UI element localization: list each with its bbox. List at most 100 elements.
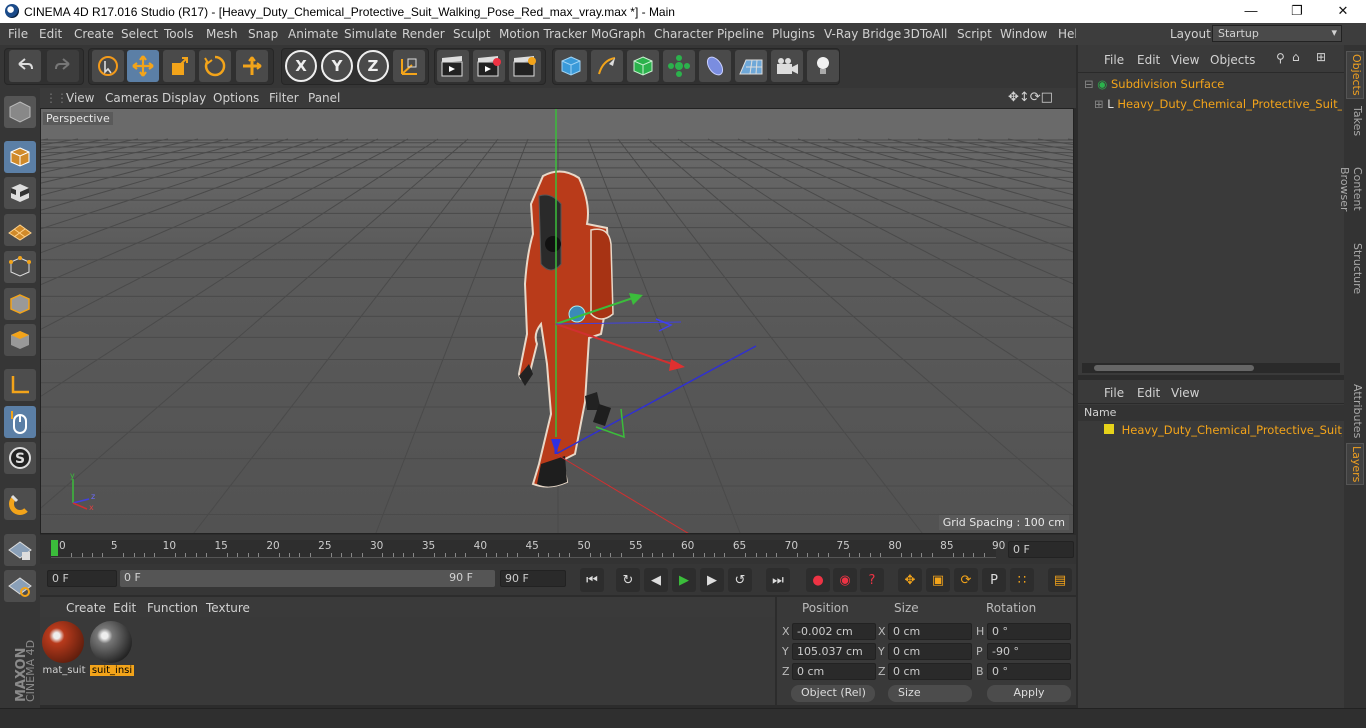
menu-create[interactable]: Create: [74, 27, 114, 41]
menu-mesh[interactable]: Mesh: [206, 27, 238, 41]
material-menu-create[interactable]: Create: [66, 601, 106, 615]
position-z-field[interactable]: 0 cm: [792, 663, 876, 680]
viewport-nav-icons[interactable]: ✥↕⟳□: [1008, 90, 1053, 105]
undo-button[interactable]: [9, 50, 41, 82]
menu-plugins[interactable]: Plugins: [772, 27, 815, 41]
key-pla-button[interactable]: ∷: [1010, 568, 1034, 592]
rotation-p-field[interactable]: -90 °: [987, 643, 1071, 660]
horizontal-scrollbar[interactable]: [1082, 363, 1340, 373]
menu-render[interactable]: Render: [402, 27, 445, 41]
viewport-menu-filter[interactable]: Filter: [269, 91, 299, 105]
transform-tool-button[interactable]: [236, 50, 268, 82]
rotate-tool-button[interactable]: [199, 50, 231, 82]
object-menu-view[interactable]: View: [1171, 53, 1199, 67]
rotation-b-field[interactable]: 0 °: [987, 663, 1071, 680]
axis-mode-button[interactable]: [4, 369, 36, 401]
menu-file[interactable]: File: [8, 27, 28, 41]
menu-mograph[interactable]: MoGraph: [591, 27, 646, 41]
play-button[interactable]: ▶: [672, 568, 696, 592]
go-to-end-button[interactable]: ⏭: [766, 568, 790, 592]
layout-dropdown[interactable]: Startup ▾: [1212, 25, 1342, 42]
tab-structure[interactable]: Structure: [1346, 241, 1364, 297]
menu-character[interactable]: Character: [654, 27, 713, 41]
points-mode-button[interactable]: [4, 251, 36, 283]
coordinate-system-button[interactable]: [393, 50, 425, 82]
timeline-window-button[interactable]: ▤: [1048, 568, 1072, 592]
deformer-button[interactable]: [699, 50, 731, 82]
live-selection-button[interactable]: [92, 50, 124, 82]
light-button[interactable]: [807, 50, 839, 82]
end-frame-field[interactable]: 90 F: [500, 570, 566, 587]
menu-simulate[interactable]: Simulate: [344, 27, 397, 41]
menu-motion-tracker[interactable]: Motion Tracker: [499, 27, 587, 41]
menu-tools[interactable]: Tools: [164, 27, 194, 41]
redo-button[interactable]: [47, 50, 79, 82]
edges-mode-button[interactable]: [4, 288, 36, 320]
cube-primitive-button[interactable]: [555, 50, 587, 82]
search-icon[interactable]: ⚲: [1276, 51, 1285, 65]
close-button[interactable]: ✕: [1320, 0, 1366, 23]
home-icon[interactable]: ⌂: [1292, 50, 1300, 64]
previous-frame-button[interactable]: ◀: [644, 568, 668, 592]
size-z-field[interactable]: 0 cm: [888, 663, 972, 680]
key-rotation-button[interactable]: ⟳: [954, 568, 978, 592]
size-y-field[interactable]: 0 cm: [888, 643, 972, 660]
start-frame-field[interactable]: 0 F: [47, 570, 117, 587]
workplane-lock-button[interactable]: [4, 534, 36, 566]
menu-edit[interactable]: Edit: [39, 27, 62, 41]
menu-pipeline[interactable]: Pipeline: [717, 27, 764, 41]
object-menu-file[interactable]: File: [1104, 53, 1124, 67]
scale-tool-button[interactable]: [163, 50, 195, 82]
keyframe-selection-button[interactable]: ?: [860, 568, 884, 592]
cloner-button[interactable]: [663, 50, 695, 82]
camera-button[interactable]: [771, 50, 803, 82]
layer-menu-edit[interactable]: Edit: [1137, 386, 1160, 400]
tab-layers[interactable]: Layers: [1346, 443, 1364, 485]
polygons-mode-button[interactable]: [4, 324, 36, 356]
tab-objects[interactable]: Objects: [1346, 51, 1364, 99]
material-menu-edit[interactable]: Edit: [113, 601, 136, 615]
tab-attributes[interactable]: Attributes: [1346, 383, 1364, 439]
subdivision-surface-button[interactable]: [627, 50, 659, 82]
menu-3dtoall[interactable]: 3DToAll: [903, 27, 947, 41]
position-y-field[interactable]: 105.037 cm: [792, 643, 876, 660]
material-menu-function[interactable]: Function: [147, 601, 198, 615]
material-menu-texture[interactable]: Texture: [206, 601, 250, 615]
layer-menu-file[interactable]: File: [1104, 386, 1124, 400]
menu-vray-bridge[interactable]: V-Ray Bridge: [824, 27, 901, 41]
snap-button[interactable]: [4, 488, 36, 520]
model-mode-button[interactable]: [4, 141, 36, 173]
viewport-menu-panel[interactable]: Panel: [308, 91, 340, 105]
key-position-button[interactable]: ✥: [898, 568, 922, 592]
y-axis-lock-button[interactable]: Y: [321, 50, 353, 82]
x-axis-lock-button[interactable]: X: [285, 50, 317, 82]
rotation-h-field[interactable]: 0 °: [987, 623, 1071, 640]
workplane-mode-button[interactable]: [4, 214, 36, 246]
render-view-button[interactable]: [437, 50, 469, 82]
move-gizmo[interactable]: [521, 109, 821, 534]
expand-icon[interactable]: ⊞: [1094, 97, 1104, 111]
timeline-playhead[interactable]: [51, 540, 58, 556]
key-scale-button[interactable]: ▣: [926, 568, 950, 592]
layer-menu-view[interactable]: View: [1171, 386, 1199, 400]
minimize-button[interactable]: —: [1228, 0, 1274, 23]
viewport-menu-view[interactable]: View: [66, 91, 94, 105]
object-tree-item[interactable]: ⊞ L Heavy_Duty_Chemical_Protective_Suit_…: [1094, 97, 1342, 111]
object-menu-objects[interactable]: Objects: [1210, 53, 1255, 67]
material-swatch[interactable]: mat_suit: [42, 621, 86, 677]
size-mode-dropdown[interactable]: Size: [888, 685, 972, 702]
menu-script[interactable]: Script: [957, 27, 992, 41]
menu-select[interactable]: Select: [121, 27, 158, 41]
viewport-menu-display[interactable]: Display: [162, 91, 206, 105]
timeline-ruler[interactable]: 0 5 10 15 20 25 30 35 40 45 50 55 60 65 70 75 80 85 90: [51, 540, 1005, 558]
tweak-mode-button[interactable]: [4, 406, 36, 438]
solo-button[interactable]: S: [4, 442, 36, 474]
object-tree-item[interactable]: ⊟ ◉ Subdivision Surface: [1084, 77, 1224, 91]
autokey-button[interactable]: ◉: [833, 568, 857, 592]
render-picture-viewer-button[interactable]: [473, 50, 505, 82]
new-view-icon[interactable]: ⊞: [1316, 50, 1326, 64]
timeline[interactable]: 0 5 10 15 20 25 30 35 40 45 50 55 60 65 70 75 80 85 90 0 F: [40, 535, 1076, 564]
move-tool-button[interactable]: [127, 50, 159, 82]
frame-range-slider[interactable]: 0 F 90 F: [120, 570, 495, 587]
perspective-viewport[interactable]: Perspective y z x Grid Spacing : 100 cm: [40, 108, 1074, 534]
